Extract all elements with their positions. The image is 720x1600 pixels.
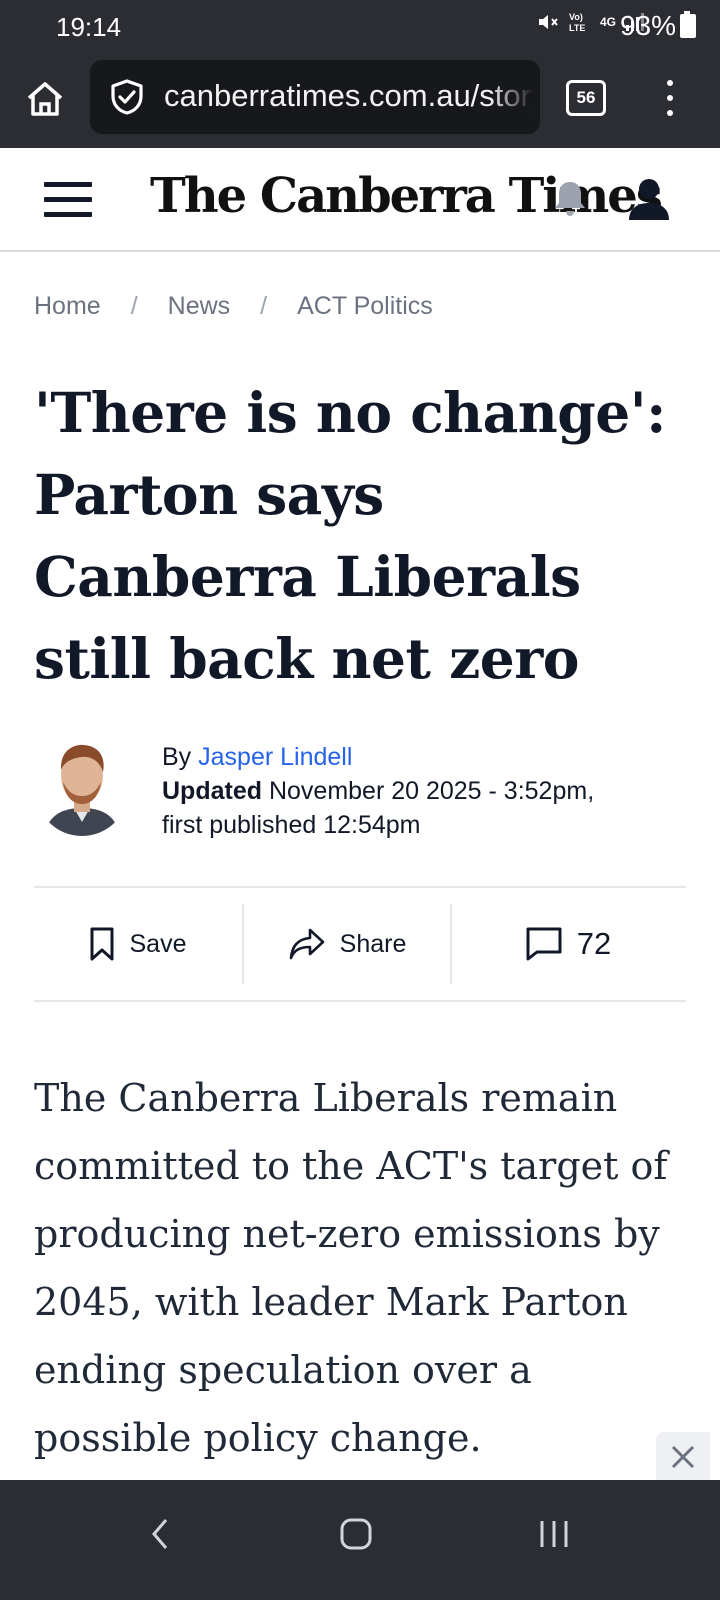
breadcrumb-home[interactable]: Home	[34, 292, 101, 321]
status-bar: 19:14 Vo) LTE 4G 93%	[0, 0, 720, 52]
system-navigation-bar	[0, 1480, 720, 1600]
status-time: 19:14	[56, 12, 122, 42]
battery-indicator: 93%	[620, 10, 696, 42]
mute-icon	[538, 15, 558, 29]
url-text[interactable]: canberratimes.com.au/story	[164, 78, 534, 114]
article-lede: The Canberra Liberals remain committed t…	[34, 1076, 668, 1460]
breadcrumb-act-politics[interactable]: ACT Politics	[297, 292, 433, 321]
author-avatar[interactable]	[34, 736, 130, 836]
recent-apps-icon[interactable]	[524, 1506, 584, 1562]
site-header: The Canberra Times	[0, 148, 720, 252]
tab-switcher-button[interactable]: 56	[566, 80, 606, 116]
battery-level: 93%	[619, 10, 676, 41]
network-type: 4G	[599, 15, 616, 29]
save-button[interactable]: Save	[34, 904, 240, 984]
home-circle-icon[interactable]	[326, 1506, 386, 1562]
first-published-timestamp: first published 12:54pm	[162, 811, 421, 839]
svg-text:LTE: LTE	[569, 23, 585, 33]
comment-icon	[526, 927, 562, 961]
updated-label: Updated	[162, 777, 262, 805]
article-byline: By Jasper Lindell Updated November 20 20…	[162, 740, 594, 842]
breadcrumb-news[interactable]: News	[168, 292, 231, 321]
volte-icon: Vo)LTE	[569, 12, 585, 33]
svg-text:Vo): Vo)	[569, 12, 583, 22]
address-bar[interactable]: canberratimes.com.au/story	[90, 60, 540, 134]
notification-bell-icon[interactable]	[552, 178, 588, 218]
home-icon[interactable]	[24, 78, 66, 120]
back-icon[interactable]	[130, 1506, 190, 1562]
byline-author-line: By Jasper Lindell	[162, 740, 594, 774]
share-label: Share	[339, 929, 407, 958]
share-arrow-icon	[289, 928, 324, 960]
comments-count: 72	[576, 926, 612, 961]
byline-prefix: By	[162, 743, 192, 771]
byline-updated-line: Updated November 20 2025 - 3:52pm,	[162, 774, 594, 808]
comments-button[interactable]: 72	[450, 904, 686, 984]
article-headline: 'There is no change': Parton says Canber…	[34, 380, 666, 691]
breadcrumb: Home / News / ACT Politics	[34, 292, 433, 321]
breadcrumb-separator: /	[130, 292, 138, 320]
share-button[interactable]: Share	[242, 904, 452, 984]
battery-icon	[680, 11, 696, 38]
updated-timestamp: November 20 2025 - 3:52pm,	[268, 777, 595, 805]
browser-chrome: 19:14 Vo) LTE 4G 93% canberratimes.com.au…	[0, 0, 720, 148]
user-account-icon[interactable]	[626, 176, 672, 222]
save-label: Save	[129, 929, 187, 958]
article-actions-bar: Save Share 72	[34, 886, 686, 1002]
close-icon	[671, 1445, 695, 1469]
browser-toolbar: canberratimes.com.au/story 56	[0, 58, 720, 138]
bookmark-icon	[90, 927, 113, 961]
breadcrumb-separator: /	[260, 292, 268, 320]
hamburger-menu-icon[interactable]	[44, 182, 92, 218]
browser-menu-icon[interactable]	[660, 74, 680, 122]
author-photo	[34, 736, 130, 836]
close-ad-button[interactable]	[656, 1432, 710, 1482]
author-link[interactable]: Jasper Lindell	[198, 743, 352, 771]
security-shield-icon[interactable]	[108, 78, 146, 116]
